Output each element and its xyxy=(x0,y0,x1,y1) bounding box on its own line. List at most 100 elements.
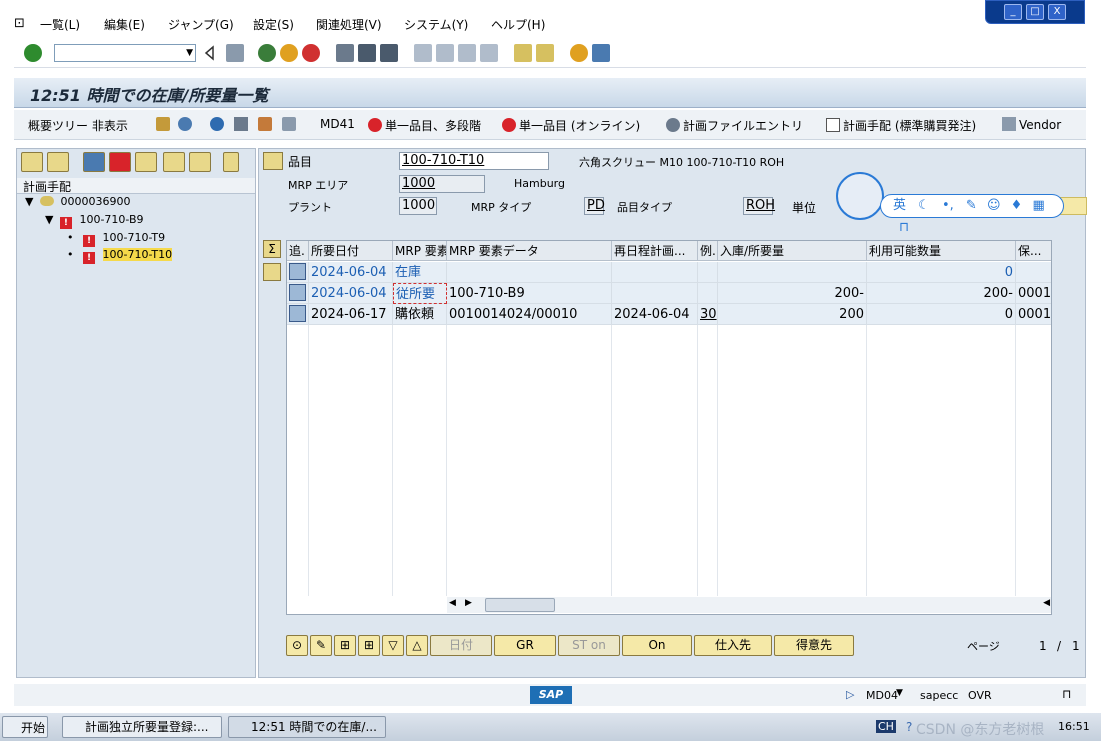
window-menu-icon[interactable]: ⊡ xyxy=(14,16,25,31)
shortcut-icon[interactable] xyxy=(536,44,554,62)
tree-node-b9[interactable]: ▼ ! 100-710-B9 xyxy=(17,213,255,230)
menu-goto[interactable]: ジャンプ(G) xyxy=(168,16,234,33)
md41-button[interactable]: MD41 xyxy=(320,117,355,131)
menu-edit[interactable]: 編集(E) xyxy=(104,16,145,33)
next-page-icon[interactable] xyxy=(458,44,476,62)
sort-up-button[interactable]: △ xyxy=(406,635,428,656)
col-header-exception[interactable]: 例. xyxy=(698,241,718,261)
planning-file-button[interactable]: 計画ファイルエントリ xyxy=(683,119,803,133)
col-header-add[interactable]: 追. xyxy=(287,241,309,261)
first-page-icon[interactable] xyxy=(414,44,432,62)
filter-icon[interactable] xyxy=(234,117,248,131)
hide-tree-button[interactable]: 概要ツリー 非表示 xyxy=(28,117,128,134)
detail-row-icon[interactable] xyxy=(289,305,306,322)
punct-icon[interactable]: •, xyxy=(942,198,954,213)
col-header-element[interactable]: MRP 要素 xyxy=(393,241,447,261)
status-toggle-icon[interactable]: ▷ xyxy=(846,688,854,701)
back-arrow-icon[interactable] xyxy=(204,44,214,62)
sum-icon[interactable]: Σ xyxy=(263,240,281,258)
enter-icon[interactable] xyxy=(24,44,42,62)
layout-icon[interactable] xyxy=(592,44,610,62)
tree-node-root[interactable]: ▼ 0000036900 xyxy=(17,195,255,212)
date-button[interactable]: 日付 xyxy=(430,635,492,656)
grid-icon[interactable]: ▦ xyxy=(1032,198,1044,213)
tree-node-t9[interactable]: • ! 100-710-T9 xyxy=(17,231,255,248)
scroll-right-icon[interactable]: ▶ xyxy=(465,598,472,608)
pencil-button[interactable]: ✎ xyxy=(310,635,332,656)
customer-filter-button[interactable]: 得意先 xyxy=(774,635,854,656)
collapse-arrow-icon[interactable]: ▼ xyxy=(25,195,33,208)
find-icon[interactable] xyxy=(358,44,376,62)
find-next-icon[interactable] xyxy=(380,44,398,62)
insert-mode[interactable]: OVR xyxy=(968,689,992,702)
task-planning-requirements[interactable]: 計画独立所要量登録:... xyxy=(62,716,222,738)
horizontal-scrollbar[interactable]: ◀ ▶ ◀ xyxy=(447,597,1051,613)
refresh-icon[interactable] xyxy=(210,117,224,131)
col-header-available[interactable]: 利用可能数量 xyxy=(867,241,1016,261)
gr-button[interactable]: GR xyxy=(494,635,556,656)
input-language[interactable]: CH xyxy=(876,720,896,733)
start-button[interactable]: 开始 xyxy=(2,716,48,738)
command-field[interactable]: ▼ xyxy=(54,44,196,62)
scroll-left-icon[interactable]: ◀ xyxy=(449,598,456,608)
st-on-button[interactable]: ST on xyxy=(558,635,620,656)
plant-field[interactable]: 1000 xyxy=(399,197,437,215)
material-type-field[interactable]: ROH xyxy=(743,197,775,215)
row-element[interactable]: 従所要 xyxy=(393,283,447,304)
wrench-icon[interactable]: ✎ xyxy=(966,198,977,213)
refresh-tree-icon[interactable] xyxy=(83,152,105,172)
collapse-arrow-icon[interactable]: ▼ xyxy=(45,213,53,226)
task-stock-requirements[interactable]: 12:51 時間での在庫/... xyxy=(228,716,386,738)
tree-tool-2-icon[interactable] xyxy=(47,152,69,172)
transaction-code[interactable]: MD04 xyxy=(866,689,898,702)
detail-row-icon[interactable] xyxy=(289,284,306,301)
menu-environment[interactable]: 関連処理(V) xyxy=(316,16,382,33)
mrp-type-field[interactable]: PD xyxy=(584,197,605,215)
planned-order-button[interactable]: 計画手配 (標準購買発注) xyxy=(843,119,976,133)
mrp-area-field[interactable]: 1000 xyxy=(399,175,485,193)
save-icon[interactable] xyxy=(226,44,244,62)
moon-icon[interactable]: ☾ xyxy=(918,198,930,213)
table-row[interactable]: 2024-06-17 購依頼 0010014024/00010 2024-06-… xyxy=(287,304,1051,325)
header-toggle-icon[interactable] xyxy=(263,152,283,170)
vendor-button[interactable]: Vendor xyxy=(1019,118,1061,132)
scroll-far-left-icon[interactable]: ◀ xyxy=(1043,598,1050,608)
tree-tool-1-icon[interactable] xyxy=(21,152,43,172)
expand-icon[interactable] xyxy=(163,152,185,172)
sort-down-button[interactable]: ▽ xyxy=(382,635,404,656)
menu-list[interactable]: 一覧(L) xyxy=(40,16,80,33)
layout-select-icon[interactable] xyxy=(263,263,281,281)
vendor-filter-button[interactable]: 仕入先 xyxy=(694,635,772,656)
single-multilevel-button[interactable]: 単一品目、多段階 xyxy=(385,119,481,133)
structure-down-button[interactable]: ⊞ xyxy=(358,635,380,656)
collapse-icon[interactable] xyxy=(189,152,211,172)
user-icon[interactable] xyxy=(178,117,192,131)
table-row[interactable]: 2024-06-04 在庫 0 xyxy=(287,262,1051,283)
help-tray-icon[interactable]: ? xyxy=(906,720,912,734)
find-tree-icon[interactable] xyxy=(223,152,239,172)
mrp-tree-icon[interactable] xyxy=(109,152,131,172)
table-row[interactable]: 2024-06-04 従所要 100-710-B9 200- 200- 0001 xyxy=(287,283,1051,304)
row-exception[interactable]: 30 xyxy=(698,304,718,325)
material-field[interactable]: 100-710-T10 xyxy=(399,152,549,170)
shirt-icon[interactable]: ♦ xyxy=(1011,198,1023,213)
ime-toolbar[interactable]: 英 ☾ •, ✎ ☺ ♦ ▦ ⊓ xyxy=(836,172,1064,235)
new-session-icon[interactable] xyxy=(514,44,532,62)
glasses-button[interactable]: ⊙ xyxy=(286,635,308,656)
col-header-receipt-req[interactable]: 入庫/所要量 xyxy=(718,241,867,261)
structure-button[interactable]: ⊞ xyxy=(334,635,356,656)
on-button[interactable]: On xyxy=(622,635,692,656)
exit-icon[interactable] xyxy=(280,44,298,62)
tree-node-t10[interactable]: • ! 100-710-T10 xyxy=(17,248,255,265)
tree-tool-5-icon[interactable] xyxy=(135,152,157,172)
scroll-thumb[interactable] xyxy=(485,598,555,612)
ime-language[interactable]: 英 xyxy=(893,198,906,213)
col-header-storage[interactable]: 保... xyxy=(1016,241,1051,261)
print-list-icon[interactable] xyxy=(282,117,296,131)
detail-row-icon[interactable] xyxy=(289,263,306,280)
col-header-element-data[interactable]: MRP 要素データ xyxy=(447,241,612,261)
menu-help[interactable]: ヘルプ(H) xyxy=(491,16,545,33)
menu-system[interactable]: システム(Y) xyxy=(404,16,468,33)
single-online-button[interactable]: 単一品目 (オンライン) xyxy=(519,119,640,133)
col-header-reschedule[interactable]: 再日程計画... xyxy=(612,241,698,261)
